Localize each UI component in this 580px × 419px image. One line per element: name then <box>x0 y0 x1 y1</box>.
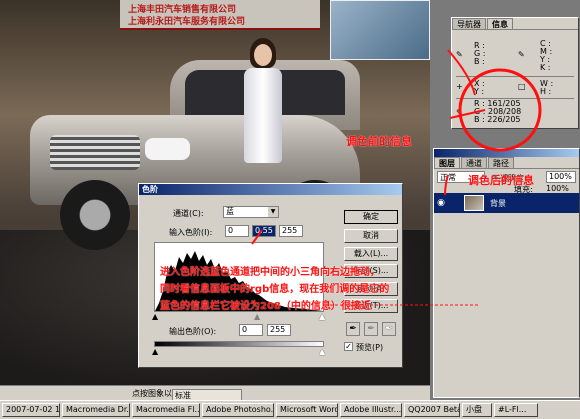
taskbar-item[interactable]: QQ2007 Beta... <box>404 403 460 417</box>
status-hint: 点按图象以 <box>132 389 172 398</box>
annotation-body-3: 蓝色的信息栏它被设为208（中的信息）很接近 <box>160 301 371 312</box>
annotation-arrow-after <box>444 174 449 196</box>
taskbar-item[interactable]: Macromedia Dr... <box>62 403 130 417</box>
windows-taskbar: 2007-07-02 18... Macromedia Dr... Macrom… <box>0 400 580 419</box>
annotation-after: 调色后的信息 <box>468 174 534 187</box>
taskbar-item[interactable]: 2007-07-02 18... <box>2 403 60 417</box>
annotation-arrow-link <box>449 109 486 119</box>
annotation-arrow-before <box>447 49 476 96</box>
annotation-before: 调色前的信息 <box>346 135 412 148</box>
annotation-overlay <box>251 49 542 306</box>
taskbar-item[interactable]: 小盘 <box>462 403 492 417</box>
annotation-body-1: 进入色阶选蓝色通道把中间的小三角向右边拖动， <box>160 267 380 278</box>
annotation-arrow-gamma <box>251 229 263 245</box>
ime-mode-label: 标准 <box>175 391 191 400</box>
annotation-body-2: 同时看信息面板中的rgb信息，现在我们调的是它的 <box>160 284 390 295</box>
taskbar-item[interactable]: Microsoft Word <box>276 403 338 417</box>
taskbar-item[interactable]: Adobe Photosho... <box>202 403 274 417</box>
taskbar-item[interactable]: #L-Fl... <box>494 403 538 417</box>
annotation-circle <box>458 68 542 152</box>
taskbar-item[interactable]: Macromedia Fl... <box>132 403 200 417</box>
taskbar-item[interactable]: Adobe Illustr... <box>340 403 402 417</box>
